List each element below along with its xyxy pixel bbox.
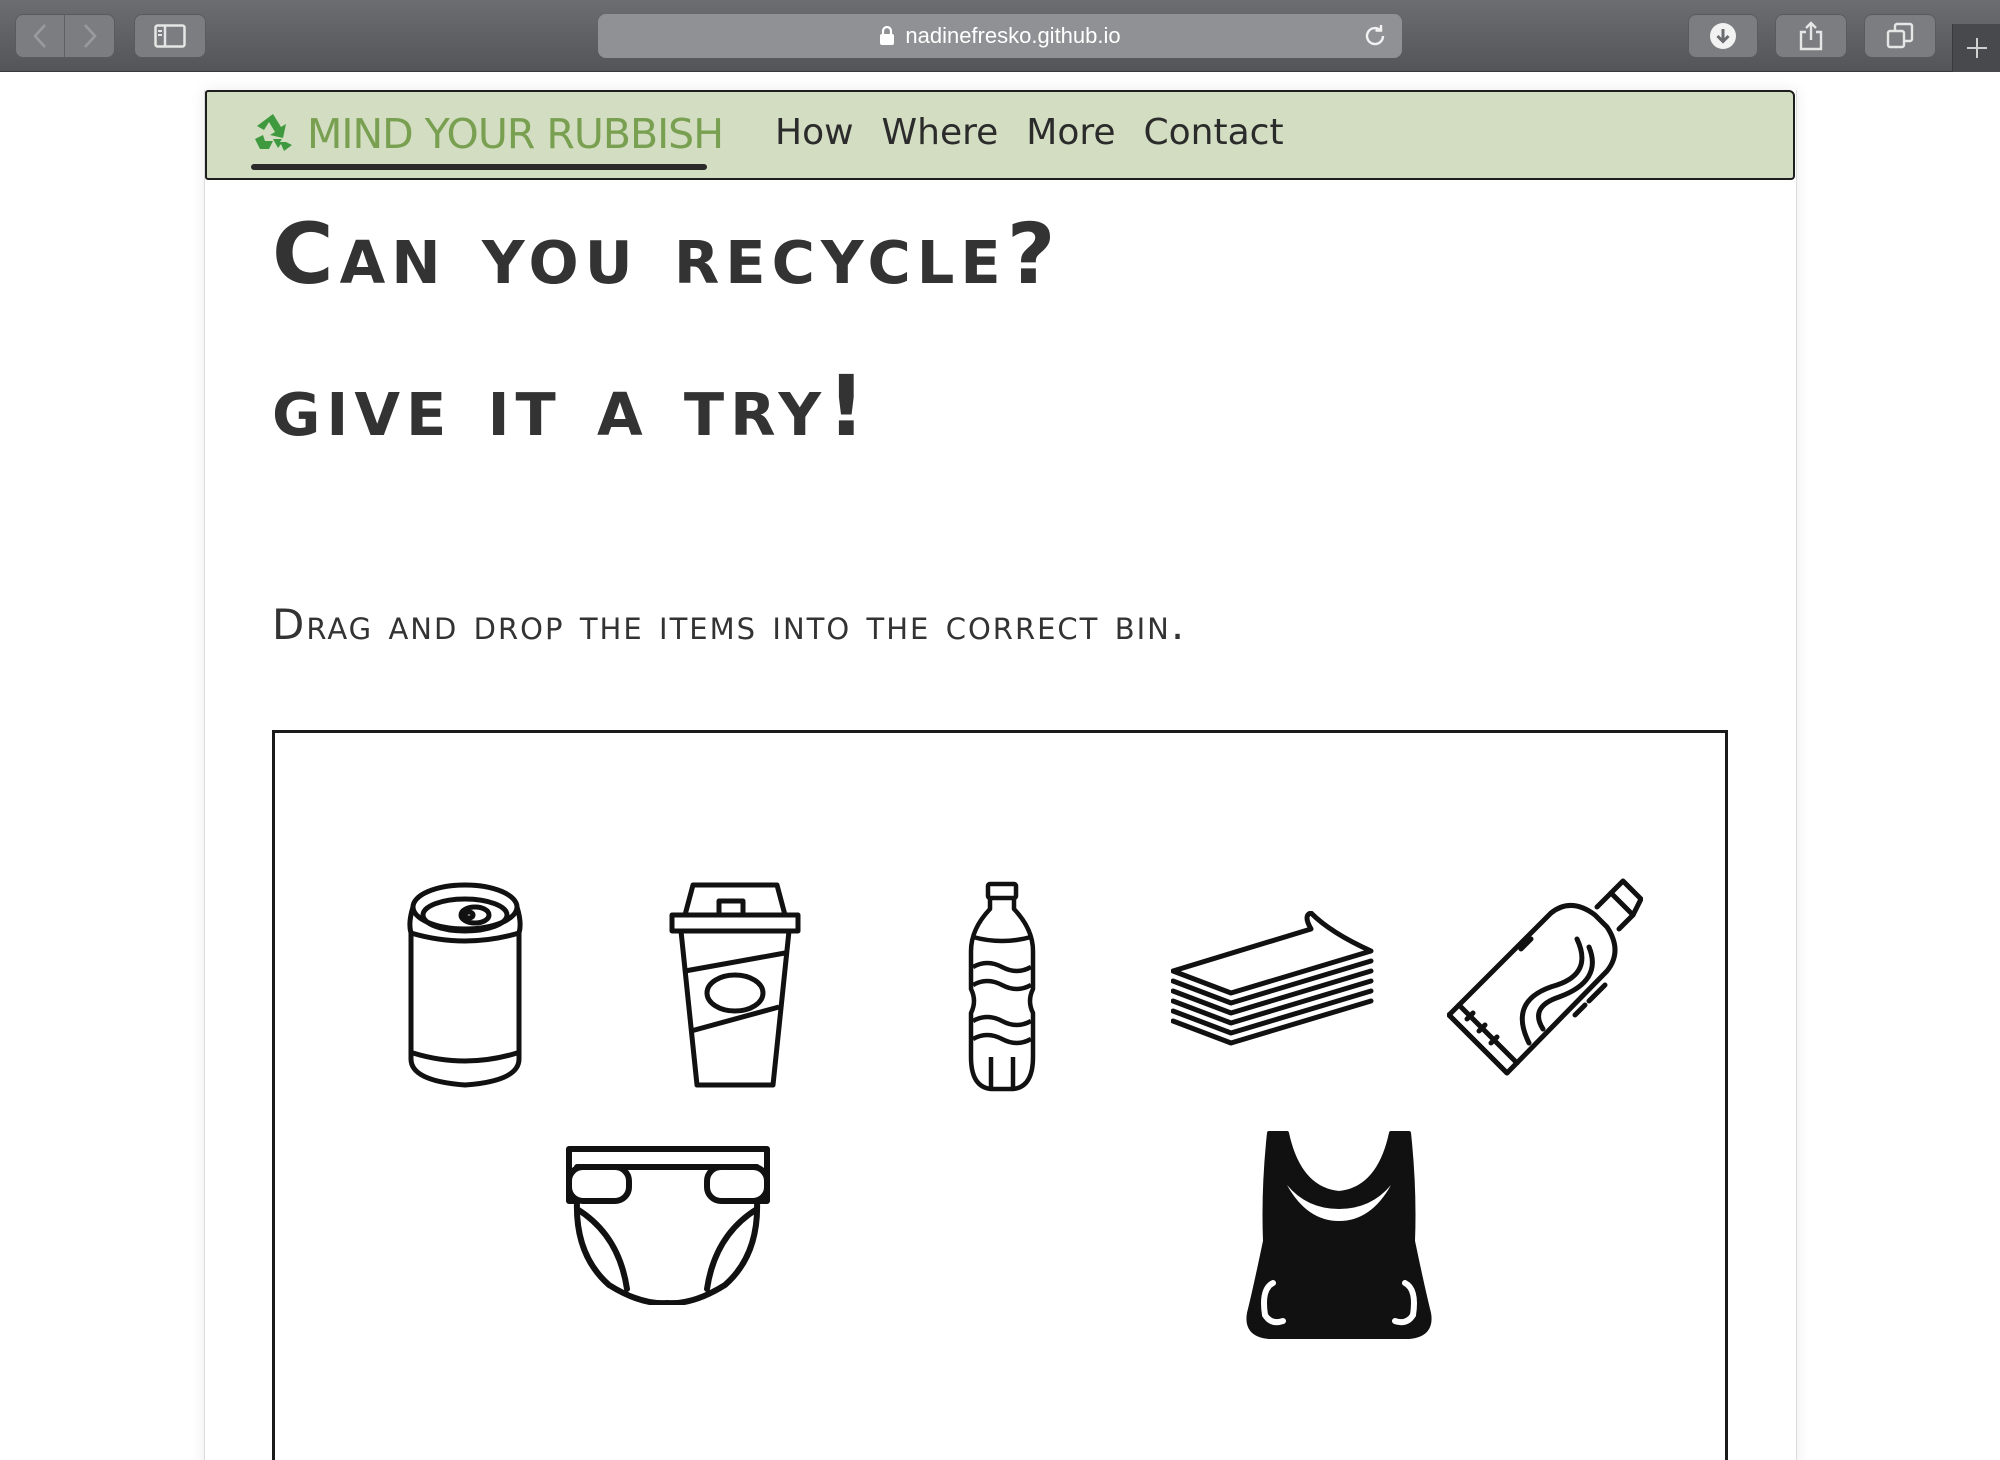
back-button[interactable] [16, 15, 66, 57]
item-can[interactable] [403, 881, 527, 1091]
item-water-bottle[interactable] [965, 881, 1039, 1093]
site-navbar: MIND YOUR RUBBISH How Where More Contact [205, 90, 1795, 180]
lock-icon [879, 26, 895, 46]
item-plastic-bag[interactable] [1243, 1129, 1435, 1341]
water-bottle-icon [968, 881, 1036, 1092]
brand-name: MIND YOUR RUBBISH [307, 110, 724, 158]
download-icon [1710, 23, 1736, 49]
nav-links: How Where More Contact [775, 112, 1312, 153]
share-button[interactable] [1775, 14, 1847, 58]
tabs-button[interactable] [1864, 14, 1936, 58]
plastic-bag-icon [1246, 1131, 1432, 1339]
nav-link-contact[interactable]: Contact [1144, 112, 1284, 153]
brand-underline [251, 164, 707, 170]
plus-icon [1966, 38, 1987, 58]
instructions-text: Drag and drop the items into the correct… [272, 600, 1187, 649]
tabs-icon [1886, 22, 1914, 49]
nav-link-more[interactable]: More [1026, 112, 1115, 153]
coffee-cup-icon [669, 882, 801, 1088]
item-coffee-cup[interactable] [667, 881, 803, 1091]
brand-link[interactable]: MIND YOUR RUBBISH [251, 104, 724, 164]
recycle-icon [251, 111, 295, 157]
sidebar-button[interactable] [134, 14, 206, 58]
reload-icon[interactable] [1362, 23, 1388, 55]
nav-link-how[interactable]: How [775, 112, 854, 153]
chevron-right-icon [83, 24, 97, 48]
share-icon [1799, 21, 1823, 51]
item-diaper[interactable] [565, 1145, 771, 1305]
sidebar-icon [154, 24, 186, 48]
url-text: nadinefresko.github.io [905, 23, 1121, 48]
browser-toolbar: nadinefresko.github.io [0, 0, 2000, 72]
new-tab-button[interactable] [1952, 24, 2000, 72]
address-bar[interactable]: nadinefresko.github.io [598, 14, 1402, 58]
drag-drop-area [272, 730, 1728, 1460]
history-nav-group [15, 14, 115, 58]
forward-button[interactable] [65, 15, 114, 57]
item-tube[interactable] [1447, 877, 1643, 1091]
chevron-left-icon [33, 24, 46, 48]
toothpaste-tube-icon [1447, 878, 1643, 1076]
downloads-button[interactable] [1688, 14, 1758, 58]
page-title: Can you recycle? give it a try! [272, 178, 1061, 482]
diaper-icon [566, 1146, 770, 1305]
soda-can-icon [407, 882, 523, 1088]
title-line-2: give it a try! [272, 357, 872, 455]
paper-stack-icon [1171, 911, 1374, 1046]
item-paper-stack[interactable] [1171, 911, 1375, 1061]
nav-link-where[interactable]: Where [882, 112, 999, 153]
title-line-1: Can you recycle? [272, 205, 1062, 303]
